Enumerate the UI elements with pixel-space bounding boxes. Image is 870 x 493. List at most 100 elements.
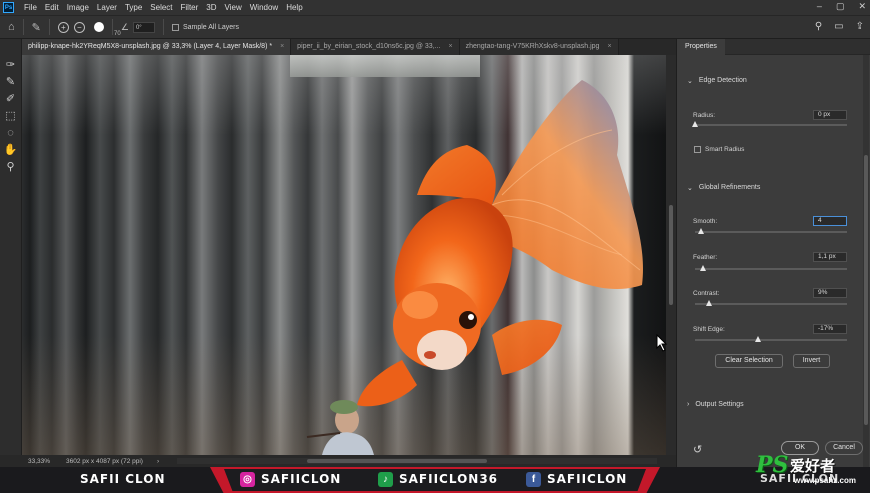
document-tabs: philipp-knape-hk2YReqM5X8-unsplash.jpg @… [22, 39, 676, 55]
divider [111, 19, 113, 35]
share-icon[interactable]: ⇪ [856, 21, 864, 32]
close-tab-icon[interactable]: × [280, 39, 284, 55]
clear-selection-button[interactable]: Clear Selection [715, 354, 783, 368]
contrast-field[interactable]: 9% [813, 288, 847, 298]
tab-properties[interactable]: Properties [677, 39, 725, 55]
contrast-slider[interactable] [695, 300, 847, 306]
window-controls: – ▢ ✕ [817, 1, 866, 12]
feather-slider[interactable] [695, 265, 847, 271]
social-banner: SAFII CLON ◎ SAFIICLON ♪ SAFIICLON36 f S… [0, 467, 870, 493]
tab-document-1[interactable]: philipp-knape-hk2YReqM5X8-unsplash.jpg @… [22, 39, 292, 55]
hand-tool-icon[interactable]: ✋ [4, 144, 18, 156]
scrollbar-thumb[interactable] [669, 205, 673, 305]
divider [162, 19, 164, 35]
search-icon[interactable]: ⚲ [815, 21, 822, 32]
workspace-icon[interactable]: ▭ [834, 21, 843, 32]
chevron-down-icon: ⌄ [687, 78, 693, 85]
smooth-slider[interactable] [695, 228, 847, 234]
close-tab-icon[interactable]: × [448, 39, 452, 55]
status-menu-chevron-icon[interactable]: › [157, 458, 159, 465]
radius-label: Radius: [693, 112, 716, 119]
instagram-handle: SAFIICLON [261, 472, 342, 486]
object-selection-tool-icon[interactable]: ⬚ [4, 110, 18, 122]
radius-slider[interactable] [692, 121, 847, 127]
watermark-chinese: 爱好者 [790, 457, 836, 475]
menu-filter[interactable]: Filter [177, 3, 203, 12]
watermark-ps-logo: PS [756, 452, 789, 478]
shift-edge-field[interactable]: -17% [813, 324, 847, 334]
menu-file[interactable]: File [20, 3, 41, 12]
menu-type[interactable]: Type [121, 3, 146, 12]
radius-field[interactable]: 0 px [813, 110, 847, 120]
slider-handle[interactable] [705, 300, 712, 306]
photoshop-logo-icon: Ps [3, 2, 14, 13]
status-bar: 33,33% 3602 px x 4087 px (72 ppi) › [22, 455, 676, 467]
brush-tool-icon[interactable]: ✐ [4, 93, 18, 105]
chevron-right-icon: › [687, 401, 690, 408]
smart-radius-label: Smart Radius [705, 146, 745, 153]
panel-header: Properties [677, 39, 870, 55]
section-title: Output Settings [695, 401, 744, 408]
slider-handle[interactable] [755, 336, 762, 342]
sample-all-layers-checkbox[interactable] [171, 23, 179, 31]
scrollbar-thumb[interactable] [307, 459, 487, 463]
slider-handle[interactable] [698, 228, 705, 234]
tab-label: philipp-knape-hk2YReqM5X8-unsplash.jpg @… [28, 43, 273, 50]
zoom-level[interactable]: 33,33% [22, 458, 66, 465]
slider-handle[interactable] [699, 265, 706, 271]
tab-document-3[interactable]: zhengtao-tang-V75KRhXskv8-unsplash.jpg × [459, 39, 619, 55]
maximize-button[interactable]: ▢ [836, 1, 845, 12]
menu-3d[interactable]: 3D [202, 3, 220, 12]
edge-detection-section[interactable]: ⌄ Edge Detection [687, 77, 747, 85]
goldfish-image [306, 80, 643, 455]
watermark-url: www.psahz.com [794, 476, 856, 485]
global-refinements-section[interactable]: ⌄ Global Refinements [687, 184, 760, 192]
menu-image[interactable]: Image [63, 3, 93, 12]
brush-preset-picker[interactable] [93, 22, 104, 32]
document-canvas[interactable] [22, 55, 666, 455]
banner-name-left: SAFII CLON [80, 472, 166, 486]
contrast-label: Contrast: [693, 290, 720, 297]
section-title: Edge Detection [698, 77, 747, 84]
canvas-vertical-scrollbar[interactable] [666, 55, 676, 455]
shift-edge-slider[interactable] [695, 336, 847, 342]
menu-edit[interactable]: Edit [41, 3, 63, 12]
chevron-down-icon: ⌄ [687, 185, 693, 192]
lasso-tool-icon[interactable]: ◌ [4, 127, 18, 139]
menu-window[interactable]: Window [246, 3, 282, 12]
cancel-button[interactable]: Cancel [825, 441, 863, 455]
girl-figure [306, 400, 374, 455]
refine-edge-brush-icon[interactable]: ✎ [32, 21, 41, 34]
menu-view[interactable]: View [221, 3, 246, 12]
mouse-cursor-icon [656, 334, 668, 352]
options-right-icons: ⚲ ▭ ⇪ [815, 21, 864, 32]
tiktok-handle: SAFIICLON36 [399, 472, 499, 486]
minimize-button[interactable]: – [817, 1, 822, 12]
feather-field[interactable]: 1,1 px [813, 252, 847, 262]
tab-document-2[interactable]: piper_ii_by_eirian_stock_d10ns6c.jpg @ 3… [291, 39, 460, 55]
slider-handle[interactable] [692, 121, 698, 127]
close-tab-icon[interactable]: × [607, 39, 611, 55]
output-settings-section[interactable]: › Output Settings [687, 401, 744, 408]
angle-field[interactable]: 0° [132, 21, 155, 33]
menu-select[interactable]: Select [146, 3, 176, 12]
subtract-mode-button[interactable]: − [73, 21, 85, 33]
scrollbar-thumb[interactable] [864, 155, 868, 425]
canvas-horizontal-scrollbar[interactable] [177, 458, 657, 464]
menu-layer[interactable]: Layer [93, 3, 121, 12]
divider [22, 19, 24, 35]
feather-label: Feather: [693, 254, 718, 261]
panel-scrollbar[interactable] [863, 55, 869, 467]
menu-help[interactable]: Help [282, 3, 306, 12]
sample-all-layers-label: Sample All Layers [182, 23, 239, 31]
reset-icon[interactable]: ↺ [693, 443, 702, 456]
invert-button[interactable]: Invert [793, 354, 830, 368]
quick-selection-tool-icon[interactable]: ✑ [4, 59, 18, 71]
smart-radius-checkbox[interactable] [694, 146, 701, 153]
close-window-button[interactable]: ✕ [858, 1, 866, 12]
zoom-tool-icon[interactable]: ⚲ [4, 161, 18, 173]
smooth-field[interactable]: 4 [813, 216, 847, 226]
home-icon[interactable]: ⌂ [8, 21, 15, 33]
add-mode-button[interactable]: + [57, 21, 69, 33]
refine-edge-brush-tool-icon[interactable]: ✎ [4, 76, 18, 88]
